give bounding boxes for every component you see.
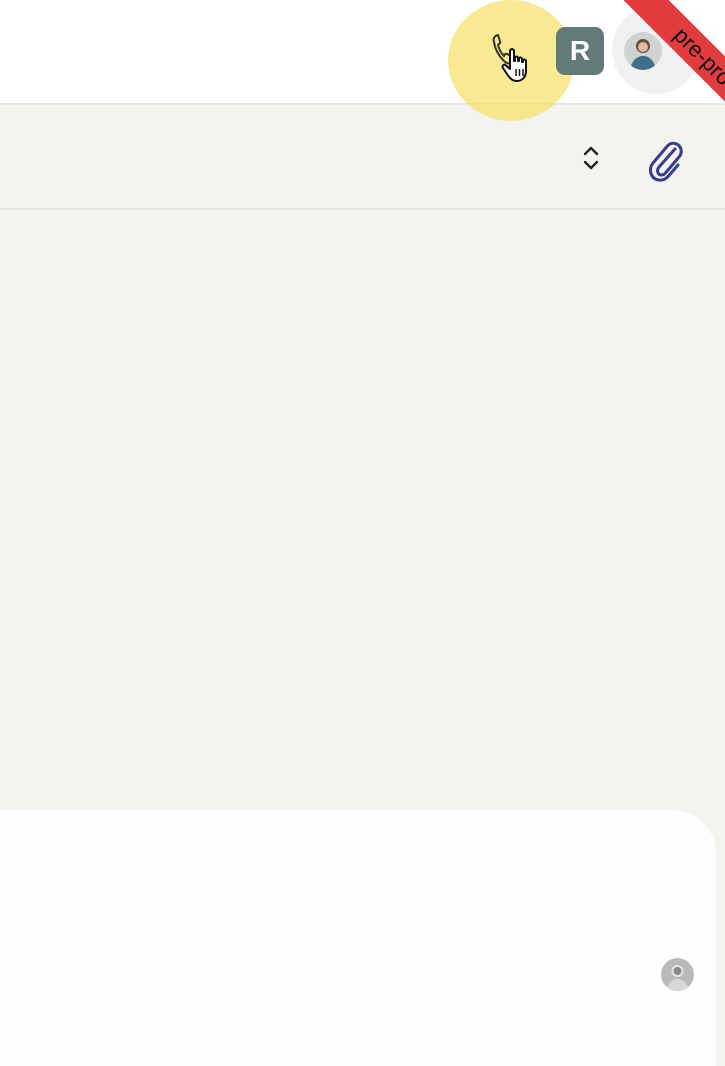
thread-toolbar	[0, 105, 725, 210]
attach-button[interactable]	[642, 135, 688, 185]
user-avatar[interactable]	[624, 32, 662, 70]
workspace-badge[interactable]: R	[556, 27, 604, 75]
user-avatar-photo	[624, 32, 662, 70]
composer-avatar	[661, 958, 694, 991]
call-button[interactable]	[480, 27, 536, 91]
sort-toggle-button[interactable]	[577, 142, 605, 174]
message-list	[0, 210, 725, 810]
composer-panel	[0, 810, 716, 1066]
user-avatar-photo	[661, 958, 694, 991]
paperclip-icon	[648, 141, 683, 182]
sort-updown-icon	[583, 146, 599, 170]
phone-icon	[492, 34, 527, 82]
